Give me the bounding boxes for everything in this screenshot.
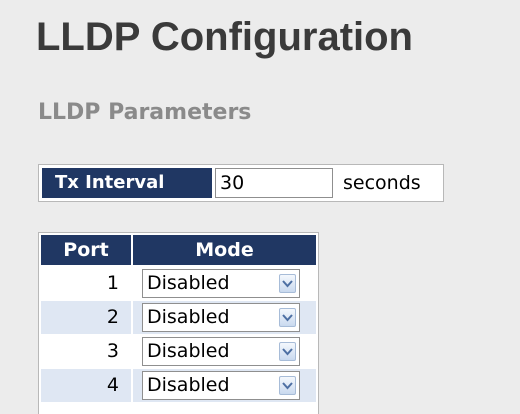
- mode-select[interactable]: Disabled: [142, 371, 300, 400]
- tx-interval-unit: seconds: [343, 172, 421, 194]
- table-row: 3 Disabled: [41, 335, 316, 369]
- chevron-down-icon[interactable]: [279, 376, 296, 395]
- tx-interval-table: Tx Interval seconds: [38, 164, 444, 202]
- port-mode-table: Port Mode 1 Disabled 2 Disabled 3 Disabl…: [38, 232, 319, 414]
- tx-interval-label: Tx Interval: [42, 168, 212, 198]
- table-row: 2 Disabled: [41, 301, 316, 335]
- tx-interval-input[interactable]: [215, 168, 333, 198]
- mode-select[interactable]: Disabled: [142, 337, 300, 366]
- chevron-down-icon[interactable]: [279, 274, 296, 293]
- mode-select[interactable]: Disabled: [142, 269, 300, 298]
- port-number: 3: [41, 335, 131, 368]
- mode-column-header: Mode: [133, 235, 316, 265]
- mode-select-value: Disabled: [147, 340, 230, 362]
- mode-cell: Disabled: [133, 335, 316, 368]
- page-title: LLDP Configuration: [36, 15, 413, 59]
- chevron-down-icon[interactable]: [279, 342, 296, 361]
- table-row: 4 Disabled: [41, 369, 316, 403]
- port-number: 2: [41, 301, 131, 334]
- section-title: LLDP Parameters: [38, 100, 252, 125]
- table-row: 1 Disabled: [41, 267, 316, 301]
- chevron-down-icon[interactable]: [279, 308, 296, 327]
- mode-select[interactable]: Disabled: [142, 303, 300, 332]
- port-number: 4: [41, 369, 131, 402]
- port-number: 1: [41, 267, 131, 300]
- mode-select-value: Disabled: [147, 306, 230, 328]
- mode-cell: Disabled: [133, 369, 316, 402]
- mode-select-value: Disabled: [147, 374, 230, 396]
- mode-cell: Disabled: [133, 267, 316, 300]
- mode-select-value: Disabled: [147, 272, 230, 294]
- port-column-header: Port: [41, 235, 131, 265]
- mode-cell: Disabled: [133, 301, 316, 334]
